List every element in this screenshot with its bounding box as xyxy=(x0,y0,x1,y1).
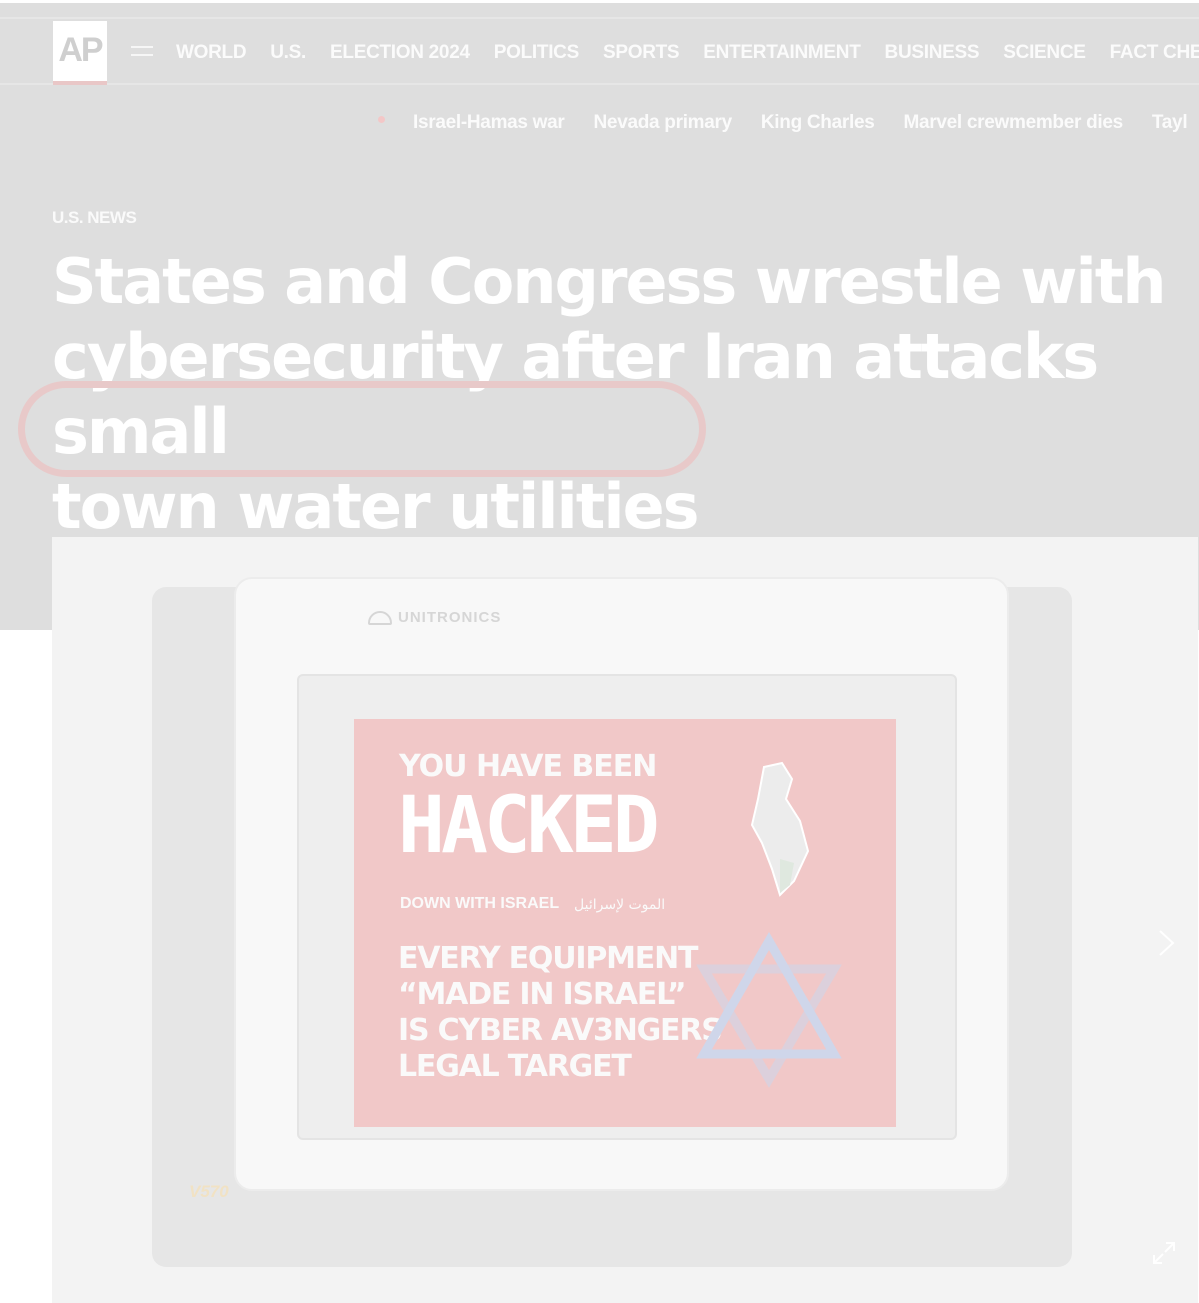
headline-line: States and Congress wrestle with xyxy=(52,245,1167,318)
trending-dot-icon xyxy=(378,115,385,123)
menu-icon[interactable] xyxy=(131,46,153,58)
logo-underline xyxy=(53,81,107,85)
trending-bar: Israel-Hamas war Nevada primary King Cha… xyxy=(378,108,1199,138)
nav-item-entertainment[interactable]: ENTERTAINMENT xyxy=(703,42,861,64)
trending-item[interactable]: Marvel crewmember dies xyxy=(903,112,1123,134)
nav-item-science[interactable]: SCIENCE xyxy=(1003,42,1086,64)
main-nav: AP WORLD U.S. ELECTION 2024 POLITICS SPO… xyxy=(0,17,1199,85)
device-brand: UNITRONICS xyxy=(368,609,501,626)
screen-text: LEGAL TARGET xyxy=(398,1049,632,1084)
trending-item[interactable]: Tayl xyxy=(1152,112,1188,134)
screen-text: DOWN WITH ISRAEL xyxy=(400,895,560,912)
device-model: V570 xyxy=(189,1182,229,1201)
nav-item-business[interactable]: BUSINESS xyxy=(885,42,980,64)
nav-item-politics[interactable]: POLITICS xyxy=(494,42,580,64)
device-screen: YOU HAVE BEEN HACKED DOWN WITH ISRAEL ال… xyxy=(354,719,896,1127)
ap-logo[interactable]: AP xyxy=(53,21,107,85)
map-icon xyxy=(750,761,810,897)
nav-item-us[interactable]: U.S. xyxy=(270,42,306,64)
screen-text: IS CYBER AV3NGERS xyxy=(398,1013,723,1048)
screen-text: EVERY EQUIPMENT xyxy=(398,941,698,976)
trending-item[interactable]: Nevada primary xyxy=(594,112,733,134)
screen-text: “MADE IN ISRAEL” xyxy=(398,977,687,1012)
brand-text: UNITRONICS xyxy=(398,609,502,626)
star-of-david-icon xyxy=(696,931,842,1088)
nav-item-world[interactable]: WORLD xyxy=(176,42,247,64)
nav-item-fact-check[interactable]: FACT CHECK xyxy=(1110,42,1199,64)
headline-line: town water utilities xyxy=(52,470,700,543)
logo-text: AP xyxy=(58,31,103,69)
highlight-annotation xyxy=(18,381,706,477)
section-kicker[interactable]: U.S. NEWS xyxy=(52,208,137,228)
trending-item[interactable]: King Charles xyxy=(761,112,875,134)
screen-arabic-text: الموت لإسرائيل xyxy=(574,897,666,913)
chevron-right-icon[interactable] xyxy=(1156,928,1178,958)
expand-icon[interactable] xyxy=(1150,1239,1178,1267)
nav-item-election-2024[interactable]: ELECTION 2024 xyxy=(330,42,470,64)
hero-image[interactable]: UNITRONICS YOU HAVE BEEN HACKED DOWN WIT… xyxy=(52,537,1198,1303)
trending-item[interactable]: Israel-Hamas war xyxy=(413,112,565,134)
brand-logo-icon xyxy=(368,611,392,626)
nav-items: WORLD U.S. ELECTION 2024 POLITICS SPORTS… xyxy=(176,19,1199,87)
nav-item-sports[interactable]: SPORTS xyxy=(603,42,680,64)
screen-text: YOU HAVE BEEN xyxy=(399,749,657,784)
screen-text-block: EVERY EQUIPMENT “MADE IN ISRAEL” IS CYBE… xyxy=(398,941,723,1085)
screen-hacked-text: HACKED xyxy=(398,781,660,871)
